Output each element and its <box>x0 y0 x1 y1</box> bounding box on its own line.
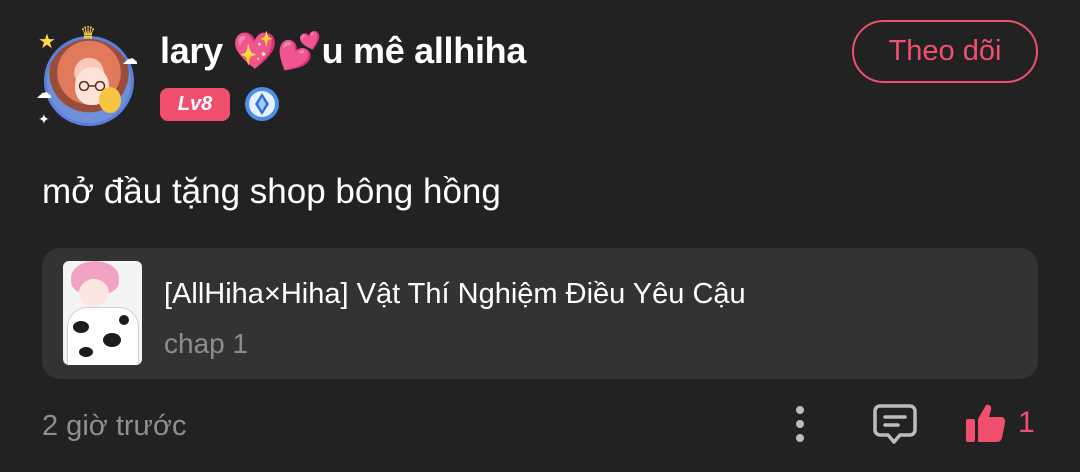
thumbs-up-icon <box>966 404 1006 442</box>
avatar[interactable]: ★ ♛ ☁ ☁ ✦ <box>36 24 144 136</box>
username[interactable]: lary 💖💕u mê allhiha <box>160 30 526 72</box>
follow-button[interactable]: Theo dõi <box>852 20 1038 83</box>
user-badges: Lv8 <box>160 86 280 122</box>
post-time: 2 giờ trước <box>42 410 187 442</box>
post-text: mở đầu tặng shop bông hồng <box>42 172 501 211</box>
crown-icon: ♛ <box>80 23 97 43</box>
diamond-rank-icon <box>245 87 279 121</box>
comic-title: [AllHiha×Hiha] Vật Thí Nghiệm Điều Yêu C… <box>164 278 746 310</box>
more-vertical-icon[interactable] <box>786 402 814 446</box>
level-badge: Lv8 <box>160 87 230 121</box>
sparkle-icon: ✦ <box>38 111 50 127</box>
post-card: ★ ♛ ☁ ☁ ✦ lary 💖💕u mê allhiha Lv8 Theo d… <box>0 0 1080 472</box>
comment-icon[interactable] <box>872 402 918 446</box>
like-count: 1 <box>1018 406 1035 439</box>
avatar-image <box>44 36 134 126</box>
star-icon: ★ <box>38 31 56 53</box>
cloud-icon: ☁ <box>36 85 52 102</box>
comic-thumbnail <box>63 261 142 365</box>
like-button[interactable]: 1 <box>964 398 1035 448</box>
linked-comic-card[interactable]: [AllHiha×Hiha] Vật Thí Nghiệm Điều Yêu C… <box>42 248 1038 379</box>
cloud-icon: ☁ <box>122 51 138 68</box>
comic-chapter: chap 1 <box>164 328 249 359</box>
